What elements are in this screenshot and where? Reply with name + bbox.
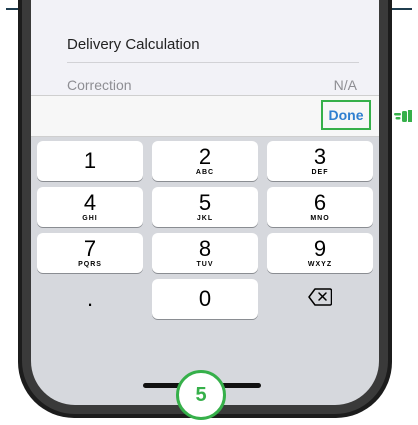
key-letters: ABC [195, 168, 215, 176]
step-badge: 5 [176, 370, 226, 420]
key-digit: . [86, 286, 94, 311]
key-4[interactable]: 4 GHI [37, 187, 143, 227]
key-9[interactable]: 9 WXYZ [267, 233, 373, 273]
key-delete[interactable] [267, 279, 373, 319]
key-digit: 9 [313, 235, 327, 261]
key-7[interactable]: 7 PQRS [37, 233, 143, 273]
key-digit: 2 [198, 143, 212, 169]
key-digit: 6 [313, 189, 327, 215]
row-divider [67, 62, 359, 63]
key-digit: 1 [83, 148, 97, 173]
key-letters: WXYZ [307, 260, 333, 268]
key-0[interactable]: 0 [152, 279, 258, 319]
key-digit: 7 [83, 235, 97, 261]
done-button[interactable]: Done [321, 100, 371, 130]
key-digit: 0 [198, 286, 212, 311]
key-letters: TUV [196, 260, 214, 268]
phone-screen: Delivery Calculation Correction N/A Done… [31, 0, 379, 405]
key-digit: 3 [313, 143, 327, 169]
key-decimal[interactable]: . [37, 279, 143, 319]
key-8[interactable]: 8 TUV [152, 233, 258, 273]
form-section: Delivery Calculation Correction N/A [31, 0, 379, 95]
key-digit: 8 [198, 235, 212, 261]
key-3[interactable]: 3 DEF [267, 141, 373, 181]
key-6[interactable]: 6 MNO [267, 187, 373, 227]
key-letters: MNO [310, 214, 330, 222]
pointing-hand-icon [394, 110, 412, 122]
correction-value[interactable]: N/A [334, 77, 357, 93]
key-letters: JKL [196, 214, 214, 222]
key-digit: 4 [83, 189, 97, 215]
key-2[interactable]: 2 ABC [152, 141, 258, 181]
key-5[interactable]: 5 JKL [152, 187, 258, 227]
numeric-keypad: 1 2 ABC 3 DEF 4 GHI 5 JKL 6 MNO 7 PQRS 8… [31, 137, 379, 405]
key-1[interactable]: 1 [37, 141, 143, 181]
key-letters: PQRS [78, 260, 102, 268]
backspace-icon [308, 287, 333, 311]
key-letters: GHI [82, 214, 98, 222]
key-digit: 5 [198, 189, 212, 215]
correction-label: Correction [67, 77, 132, 93]
section-title: Delivery Calculation [67, 36, 200, 53]
key-letters: DEF [311, 168, 329, 176]
keyboard-toolbar: Done [31, 95, 379, 137]
